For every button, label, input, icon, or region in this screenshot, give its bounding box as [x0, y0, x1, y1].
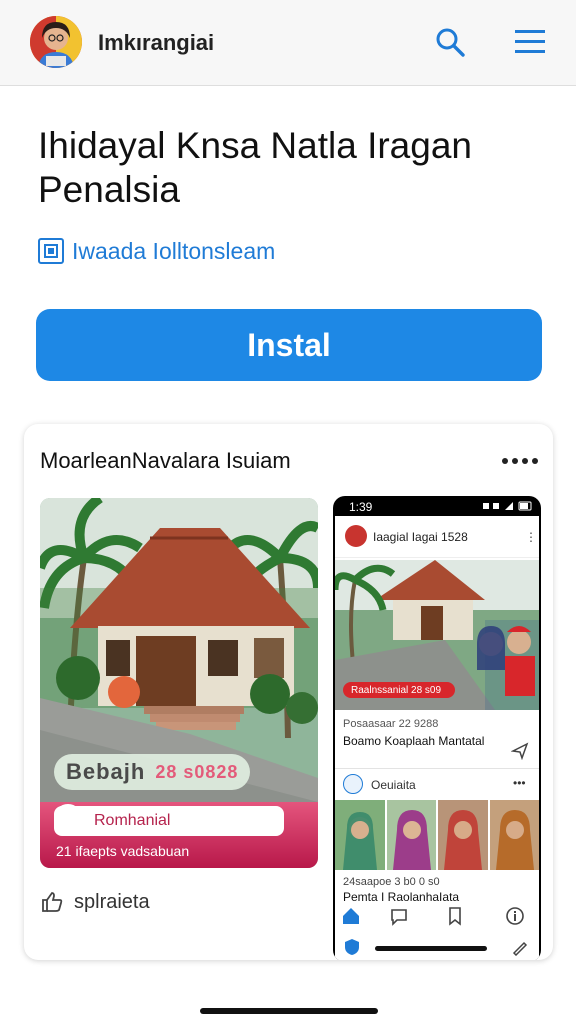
card-title: MoarleanNavalara Isuiam — [40, 448, 291, 473]
thumbs-up-icon — [42, 892, 63, 912]
phone-bottom-nav — [335, 902, 539, 932]
app-name: Imkırangiai — [98, 30, 215, 55]
phone-home-indicator — [375, 946, 487, 951]
info-icon — [506, 907, 524, 925]
like-button[interactable]: splraieta — [40, 890, 150, 914]
developer-link[interactable]: Iwaada Iolltonsleam — [38, 236, 275, 266]
home-indicator — [200, 1008, 378, 1014]
chat-icon — [391, 909, 407, 926]
more-horizontal-icon: ••• — [513, 776, 526, 790]
search-icon[interactable] — [432, 24, 468, 60]
phone-gesture-area — [335, 936, 539, 960]
photo-gallery — [335, 800, 539, 870]
avatar — [345, 525, 367, 547]
section-icon — [343, 774, 363, 794]
like-label: splraieta — [74, 890, 150, 913]
more-vertical-icon: ⋮ — [525, 530, 537, 544]
gallery-photo — [489, 800, 539, 870]
home-icon — [343, 908, 359, 924]
phone-house-photo: Raalnssanial 28 s09 — [335, 560, 539, 710]
phone-app-name: Iaagial Iagai 1528 — [373, 530, 468, 544]
developer-name[interactable]: Iwaada Iolltonsleam — [72, 238, 275, 265]
promo-banner: Bebajh 28 s0828 — [54, 754, 250, 790]
preview-card: MoarleanNavalara Isuiam Bebajh 28 s0828 … — [24, 424, 553, 960]
post-meta: Posaasaar 22 9288 — [343, 718, 439, 730]
bookmark-icon — [449, 907, 461, 926]
footer-caption: 21 ifaepts vadsabuan — [56, 843, 190, 859]
edit-icon — [512, 941, 528, 956]
app-bar: Imkırangiai — [0, 0, 576, 86]
section-title: Oeuiaita — [371, 778, 416, 792]
hamburger-menu-icon[interactable] — [512, 24, 548, 60]
more-horizontal-icon[interactable] — [500, 450, 538, 470]
profile-avatar-icon[interactable] — [30, 16, 82, 68]
status-bar: 1:39 — [333, 496, 541, 516]
status-icons — [483, 501, 532, 511]
screenshot-house[interactable]: Bebajh 28 s0828 Romhanial 21 ifaepts vad… — [40, 498, 318, 868]
screenshot-phone[interactable]: 1:39 Iaagial Iagai 1528 ⋮ Raalnssanial 2… — [333, 496, 541, 960]
profile-pill: Romhanial — [54, 806, 284, 836]
phone-chip: Raalnssanial 28 s09 — [343, 682, 455, 698]
share-icon — [511, 742, 529, 760]
gallery-photo — [335, 800, 385, 870]
promo-banner-accent: 28 s0828 — [155, 761, 239, 782]
promo-banner-text: Bebajh — [66, 759, 146, 784]
post-title: Boamo Koaplaah Mantatal — [343, 734, 485, 748]
phone-screen: Iaagial Iagai 1528 ⋮ Raalnssanial 28 s09… — [335, 516, 539, 960]
status-time: 1:39 — [349, 500, 373, 514]
app-icon — [38, 238, 64, 264]
app-title: Ihidayal Knsa Natla Iragan Penalsia — [38, 125, 472, 210]
shield-icon — [345, 939, 359, 955]
gallery-photo — [386, 800, 436, 870]
divider — [335, 768, 539, 769]
phone-app-bar: Iaagial Iagai 1528 ⋮ — [335, 516, 539, 558]
gallery-photo — [438, 800, 488, 870]
install-button[interactable]: Instal — [36, 309, 542, 381]
photo-caption-meta: 24saapoe 3 b0 0 s0 — [343, 876, 440, 888]
